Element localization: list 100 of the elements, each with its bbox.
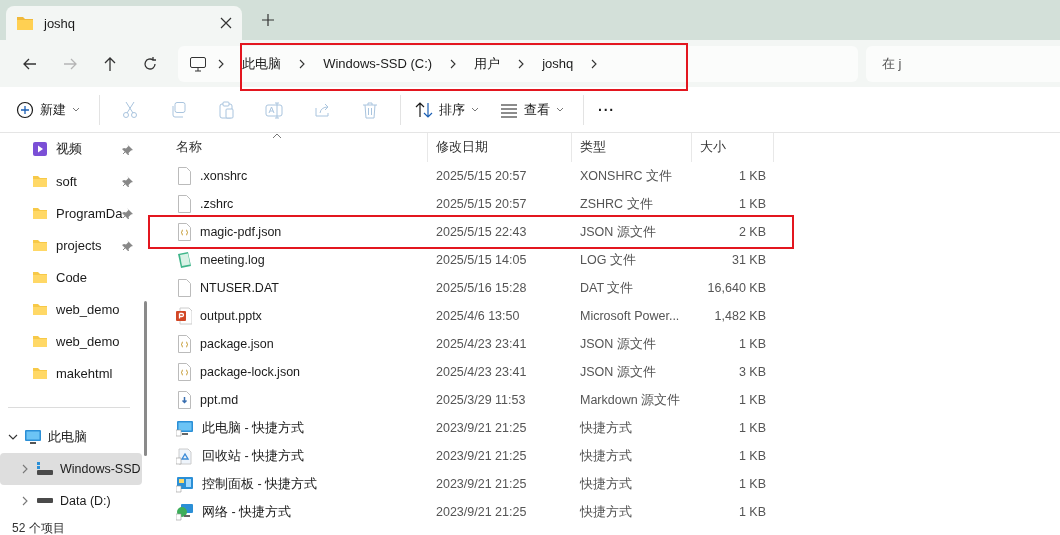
- size-cell-text: 3 KB: [737, 365, 767, 379]
- date-cell-text: 2023/9/21 21:25: [435, 505, 528, 519]
- file-icon: [176, 167, 192, 185]
- date-cell-text: 2025/5/15 22:43: [435, 225, 528, 239]
- type-cell-text: 快捷方式: [579, 419, 633, 437]
- size-cell-text: 16,640 KB: [706, 281, 767, 295]
- file-name-text: package.json: [200, 337, 274, 351]
- size-cell-text: 1 KB: [737, 393, 767, 407]
- sidebar-item[interactable]: ProgramDa: [0, 197, 140, 229]
- notepad-icon: [176, 251, 192, 269]
- type-cell-text: 快捷方式: [579, 503, 633, 521]
- tree-item[interactable]: Windows-SSD: [0, 453, 142, 485]
- size-cell-text: 31 KB: [730, 253, 767, 267]
- type-cell-text: JSON 源文件: [579, 363, 657, 381]
- file-icon: [176, 279, 192, 297]
- size-cell-text: 1,482 KB: [713, 309, 767, 323]
- search-field[interactable]: 在 j: [866, 45, 1060, 82]
- expanded-chevron-icon[interactable]: [8, 432, 18, 442]
- tree-item[interactable]: 此电脑: [0, 421, 142, 453]
- sort-button[interactable]: 排序: [407, 92, 487, 127]
- trash-icon: [361, 100, 379, 119]
- json-file-icon: [176, 335, 192, 353]
- json-file-icon: [176, 223, 192, 241]
- file-name-text: 控制面板 - 快捷方式: [202, 475, 318, 493]
- sort-ascending-icon: [272, 133, 282, 139]
- sidebar-item[interactable]: projects: [0, 229, 140, 261]
- view-button[interactable]: 查看: [492, 92, 572, 127]
- column-header[interactable]: 名称: [160, 133, 428, 162]
- sidebar-item[interactable]: 视频: [0, 133, 140, 165]
- copy-icon: [169, 100, 187, 119]
- date-cell-text: 2023/9/21 21:25: [435, 449, 528, 463]
- file-name-text: .xonshrc: [200, 169, 248, 183]
- sidebar-item[interactable]: soft: [0, 165, 140, 197]
- drive-icon: [36, 461, 54, 477]
- file-name-text: package-lock.json: [200, 365, 301, 379]
- close-icon[interactable]: [220, 17, 232, 29]
- type-cell-text: 快捷方式: [579, 475, 633, 493]
- new-tab-icon[interactable]: [262, 14, 274, 26]
- file-name-text: output.pptx: [200, 309, 262, 323]
- file-icon: [176, 195, 192, 213]
- size-cell-text: 1 KB: [737, 169, 767, 183]
- collapsed-chevron-icon[interactable]: [20, 464, 30, 474]
- type-cell-text: JSON 源文件: [579, 223, 657, 241]
- sort-icon: [415, 100, 433, 119]
- folder-icon: [32, 269, 48, 285]
- column-header[interactable]: 类型: [572, 133, 692, 162]
- more-button[interactable]: ···: [590, 92, 623, 127]
- breadcrumb[interactable]: joshq: [530, 56, 586, 71]
- size-cell-text: 1 KB: [737, 337, 767, 351]
- type-cell-text: Markdown 源文件: [579, 391, 682, 409]
- monitor-icon: [176, 419, 194, 437]
- recycle-icon: [176, 447, 194, 465]
- monitor-icon: [189, 54, 208, 73]
- rename-icon: [265, 100, 283, 119]
- type-cell-text: DAT 文件: [579, 279, 635, 297]
- paste-icon: [217, 100, 235, 119]
- breadcrumb[interactable]: 此电脑: [230, 54, 294, 73]
- refresh-icon: [142, 55, 159, 72]
- sidebar-item[interactable]: Code: [0, 261, 140, 293]
- file-name-text: ppt.md: [200, 393, 239, 407]
- tab-title: joshq: [44, 15, 77, 31]
- file-name-text: magic-pdf.json: [200, 225, 282, 239]
- network-icon: [176, 503, 194, 521]
- folder-icon: [32, 365, 48, 381]
- column-header[interactable]: 大小: [692, 133, 774, 162]
- scrollbar-thumb[interactable]: [144, 301, 147, 456]
- sidebar-item[interactable]: web_demo: [0, 293, 140, 325]
- file-name-text: NTUSER.DAT: [200, 281, 279, 295]
- size-cell-text: 1 KB: [737, 449, 767, 463]
- sidebar-item[interactable]: web_demo: [0, 325, 140, 357]
- type-cell-text: LOG 文件: [579, 251, 637, 269]
- collapsed-chevron-icon[interactable]: [20, 496, 30, 506]
- breadcrumb[interactable]: Windows-SSD (C:): [311, 56, 445, 71]
- sidebar-item[interactable]: makehtml: [0, 357, 140, 389]
- tree-item[interactable]: Data (D:): [0, 485, 142, 517]
- presentation-icon: [176, 307, 192, 325]
- new-button[interactable]: 新建: [8, 92, 88, 127]
- control-panel-icon: [176, 475, 194, 493]
- column-header[interactable]: 修改日期: [428, 133, 572, 162]
- address-bar[interactable]: 此电脑 Windows-SSD (C:) 用户 joshq: [178, 45, 858, 82]
- file-name-text: 此电脑 - 快捷方式: [202, 419, 305, 437]
- type-cell-text: JSON 源文件: [579, 335, 657, 353]
- tab[interactable]: joshq: [6, 6, 242, 40]
- date-cell-text: 2023/9/21 21:25: [435, 477, 528, 491]
- item-count: 52 个项目: [12, 520, 65, 535]
- date-cell-text: 2025/5/15 20:57: [435, 197, 528, 211]
- cut-icon: [121, 100, 139, 119]
- video-icon: [32, 141, 48, 157]
- type-cell-text: XONSHRC 文件: [579, 167, 673, 185]
- breadcrumb[interactable]: 用户: [462, 54, 513, 73]
- folder-icon: [32, 237, 48, 253]
- date-cell-text: 2025/5/15 20:57: [435, 169, 528, 183]
- type-cell-text: Microsoft Power...: [579, 309, 681, 323]
- new-icon: [16, 100, 34, 119]
- size-cell-text: 2 KB: [737, 225, 767, 239]
- file-name-text: 回收站 - 快捷方式: [202, 447, 305, 465]
- size-cell-text: 1 KB: [737, 421, 767, 435]
- type-cell-text: ZSHRC 文件: [579, 195, 654, 213]
- size-cell-text: 1 KB: [737, 505, 767, 519]
- folder-icon: [32, 301, 48, 317]
